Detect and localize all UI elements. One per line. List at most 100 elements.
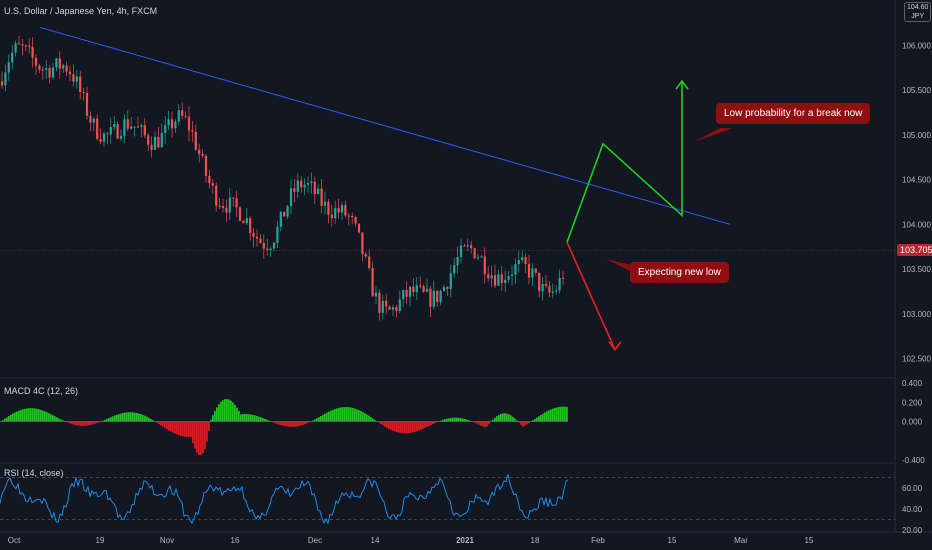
macd-bar xyxy=(508,414,510,422)
candle-body xyxy=(391,307,395,310)
macd-bar xyxy=(36,408,38,422)
macd-bar xyxy=(46,412,48,422)
callout-break[interactable]: Low probability for a break now xyxy=(716,103,871,124)
macd-bar xyxy=(330,410,332,422)
candle-body xyxy=(116,124,119,139)
candle-body xyxy=(354,216,357,224)
macd-tick-label: 0.400 xyxy=(902,379,923,388)
macd-bar xyxy=(184,421,186,437)
macd-bar xyxy=(94,421,96,424)
candle-body xyxy=(293,188,296,192)
macd-bar xyxy=(188,421,190,437)
macd-bar xyxy=(398,421,400,433)
candle-body xyxy=(28,45,31,47)
macd-bar xyxy=(358,410,360,422)
macd-bar xyxy=(142,414,144,422)
macd-bar xyxy=(368,415,370,422)
macd-bar xyxy=(566,406,568,422)
macd-bar xyxy=(346,407,348,422)
candle-body xyxy=(41,69,44,71)
macd-bar xyxy=(562,406,564,422)
time-tick-label: 19 xyxy=(96,536,105,545)
macd-bar xyxy=(106,418,108,422)
candle-body xyxy=(170,119,174,129)
macd-bar xyxy=(254,415,256,422)
macd-bar xyxy=(80,421,82,426)
callout-low[interactable]: Expecting new low xyxy=(630,262,729,283)
time-tick-label: 18 xyxy=(531,536,540,545)
candle-body xyxy=(296,180,299,192)
macd-bar xyxy=(194,421,196,449)
macd-bar xyxy=(190,421,192,437)
macd-bar xyxy=(56,417,58,422)
candle-body xyxy=(259,238,262,244)
time-tick-label: 16 xyxy=(231,536,240,545)
macd-bar xyxy=(226,398,228,422)
macd-bar xyxy=(74,421,76,425)
macd-bar xyxy=(280,421,282,426)
current-price-label: 103.705 xyxy=(897,244,932,256)
macd-bar xyxy=(40,409,42,422)
macd-bar xyxy=(296,421,298,427)
candle-body xyxy=(109,127,112,135)
macd-bar xyxy=(246,414,248,422)
rsi-axis: 60.00 40.00 20.00 xyxy=(902,484,923,535)
macd-bar xyxy=(498,414,500,422)
macd-bar xyxy=(236,407,238,422)
candle-body xyxy=(368,256,371,269)
macd-bar xyxy=(8,416,10,422)
macd-bar xyxy=(14,412,16,422)
macd-bar xyxy=(30,408,32,422)
macd-bar xyxy=(356,409,358,422)
candle-body xyxy=(402,290,405,300)
price-tick-label: 104.000 xyxy=(902,220,931,229)
macd-bar xyxy=(146,416,148,422)
candle-body xyxy=(191,130,194,132)
candle-body xyxy=(310,181,313,184)
macd-bar xyxy=(432,421,434,425)
macd-label[interactable]: MACD 4C (12, 26) xyxy=(4,386,78,396)
macd-bar xyxy=(542,413,544,422)
candle-body xyxy=(439,290,442,302)
macd-bar xyxy=(276,421,278,424)
candle-body xyxy=(517,260,520,265)
time-tick-label: 2021 xyxy=(456,536,474,545)
candle-body xyxy=(344,204,347,216)
candle-body xyxy=(500,274,503,283)
macd-bar xyxy=(324,413,326,422)
macd-bar xyxy=(244,413,246,422)
candle-body xyxy=(150,144,153,150)
macd-bar xyxy=(478,421,480,425)
macd-bar xyxy=(548,410,550,422)
candle-body xyxy=(279,211,282,227)
time-tick-label: 15 xyxy=(668,536,677,545)
candle-body xyxy=(398,299,401,311)
price-chart[interactable]: 106.000 105.500 105.000 104.500 104.000 103.5… xyxy=(0,0,932,550)
macd-bar xyxy=(422,421,424,429)
macd-tick-label: 0.000 xyxy=(902,418,923,427)
macd-bar xyxy=(502,413,504,422)
candle-body xyxy=(317,188,320,194)
macd-bar xyxy=(394,421,396,432)
macd-bar xyxy=(166,421,168,430)
macd-bar xyxy=(534,418,536,422)
candle-body xyxy=(276,226,279,243)
candle-body xyxy=(419,285,422,287)
macd-bar xyxy=(522,421,524,427)
candle-body xyxy=(89,115,92,123)
currency-badge[interactable]: 104.60 JPY xyxy=(904,2,932,22)
candle-body xyxy=(11,52,14,63)
macd-bar xyxy=(554,407,556,422)
macd-bar xyxy=(286,421,288,427)
candle-body xyxy=(405,290,408,297)
macd-bar xyxy=(496,416,498,422)
candle-body xyxy=(449,273,452,289)
candle-body xyxy=(204,155,208,176)
macd-bar xyxy=(364,413,366,422)
candle-body xyxy=(289,188,293,206)
candle-body xyxy=(235,198,238,208)
rsi-label[interactable]: RSI (14, close) xyxy=(4,468,64,478)
macd-bar xyxy=(304,421,306,425)
macd-bar xyxy=(290,421,292,427)
macd-bar xyxy=(220,401,222,422)
